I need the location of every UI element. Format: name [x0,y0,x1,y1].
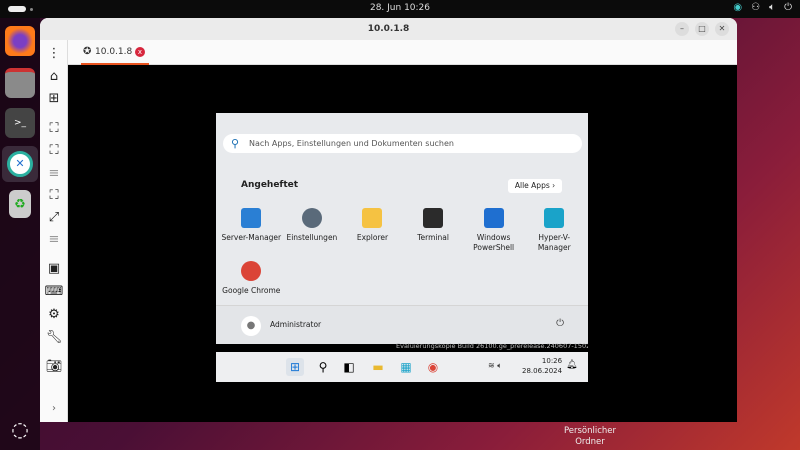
tab-label: 10.0.1.8 [95,47,133,57]
taskbar-clock[interactable]: 10:26 28.06.2024 [522,356,562,376]
window-title-bar[interactable]: 10.0.1.8 – □ ✕ [40,18,737,40]
pinned-apps: Server-Manager Einstellungen Explorer Termi… [221,208,585,296]
dynamic-resolution-icon[interactable]: ⛶ [44,187,64,205]
tab-close-button[interactable]: x [135,47,145,57]
tab-bar: ✪ 10.0.1.8 x [68,40,737,65]
expand-chevron-icon[interactable]: › [44,400,64,418]
app-icon [241,261,262,281]
network-volume-tray[interactable]: ≋ 🔈︎ [488,361,502,371]
user-avatar[interactable]: ● [241,316,261,336]
app-icon [544,208,565,228]
user-bar: ● Administrator ⏻ [216,305,588,344]
tools-icon[interactable]: 🔧︎ [44,329,64,347]
pinned-app[interactable]: Einstellungen [282,208,343,253]
pinned-heading: Angeheftet [241,180,299,190]
pinned-app[interactable]: Google Chrome [221,261,282,296]
rdp-icon: ✪ [83,46,92,57]
top-bar: 28. Jun 10:26 ◉ ⚇ 🔈︎ ⏻ [0,0,800,18]
dock: >_ ✕ ♻ ◌ [0,18,40,450]
app-label: Terminal [417,233,449,242]
all-apps-button[interactable]: Alle Apps › [508,179,562,193]
chrome-icon[interactable]: ◉ [424,358,442,376]
remote-desktop-view[interactable]: ⚲ Nach Apps, Einstellungen und Dokumente… [68,65,737,422]
minimize-button[interactable]: – [675,22,689,36]
menu-icon[interactable]: ⋮ [44,45,64,63]
remote-toolbar: ⋮ ⌂ ⊞ ⛶ ⛶ ≡ ⛶ ⤢ ≡ ▣ ⌨ ⚙ 🔧︎ 📷︎ › [40,40,68,422]
new-connection-icon[interactable]: ⊞ [44,90,64,108]
app-icon [483,208,504,228]
search-icon[interactable]: ⚲ [314,358,332,376]
user-name[interactable]: Administrator [270,320,321,329]
app-icon [362,208,383,228]
notification-icon[interactable]: 🔔︎ [566,360,577,370]
volume-icon[interactable]: 🔈︎ [769,2,775,13]
app-label: Explorer [356,233,389,242]
fit-window-icon[interactable]: ⛶ [44,120,64,138]
remmina-window: 10.0.1.8 – □ ✕ ⋮ ⌂ ⊞ ⛶ ⛶ ≡ ⛶ ⤢ ≡ ▣ ⌨ ⚙ 🔧… [40,18,737,422]
pinned-app[interactable]: Terminal [403,208,464,253]
task-view-icon[interactable]: ◧ [340,358,358,376]
separator-icon: ≡ [48,166,60,181]
start-search-input[interactable]: ⚲ Nach Apps, Einstellungen und Dokumente… [223,134,582,153]
explorer-icon[interactable]: ▬ [369,358,387,376]
tab-connection[interactable]: ✪ 10.0.1.8 x [81,40,149,65]
start-menu: ⚲ Nach Apps, Einstellungen und Dokumente… [216,113,588,344]
windows-taskbar: ⊞ ⚲ ◧ ▬ ▦ ◉ ≋ 🔈︎ 10:26 28.06.2024 🔔︎ [216,352,588,382]
app-label: Einstellungen [286,233,338,242]
clock[interactable]: 28. Jun 10:26 [0,3,800,13]
terminal-icon[interactable]: >_ [5,108,35,138]
power-icon[interactable]: ⏻ [556,318,564,329]
power-icon[interactable]: ⏻ [784,2,792,13]
switch-tab-icon[interactable]: ▣ [44,260,64,278]
app-label: Server-Manager [221,233,282,242]
keyboard-icon[interactable]: ⌨ [44,283,64,301]
maximize-button[interactable]: □ [695,22,709,36]
app-icon [241,208,262,228]
trash-icon[interactable]: ♻ [9,190,31,218]
remmina-icon[interactable]: ✕ [2,146,38,182]
app-label: Windows PowerShell [473,233,515,252]
app-icon [301,208,322,228]
evaluation-watermark: Evaluierungskopie Build 26100.ge_prerele… [396,342,588,350]
home-icon[interactable]: ⌂ [44,68,64,86]
network-icon[interactable]: ⚇ [751,2,760,13]
start-button[interactable]: ⊞ [286,358,304,376]
app-label: Hyper-V-Manager [537,233,571,252]
fullscreen-icon[interactable]: ⛶ [44,142,64,160]
search-placeholder: Nach Apps, Einstellungen und Dokumenten … [249,139,454,148]
firefox-icon[interactable] [5,26,35,56]
pinned-app[interactable]: Server-Manager [221,208,282,253]
screenshot-icon[interactable]: 📷︎ [44,358,64,376]
window-title: 10.0.1.8 [367,24,410,34]
taskbar-time: 10:26 [541,357,563,365]
pinned-app[interactable]: Explorer [342,208,403,253]
app-label: Google Chrome [222,286,281,295]
taskbar-date: 28.06.2024 [522,367,563,375]
close-button[interactable]: ✕ [715,22,729,36]
hyper-v-icon[interactable]: ▦ [397,358,415,376]
app-icon [423,208,444,228]
search-icon: ⚲ [231,137,240,150]
pinned-app[interactable]: Windows PowerShell [463,208,524,253]
preferences-icon[interactable]: ⚙ [44,306,64,324]
home-folder-desktop-icon[interactable]: Persönlicher Ordner [560,426,620,448]
show-apps-icon[interactable]: ◌ [5,414,35,444]
files-icon[interactable] [5,68,35,98]
scale-icon[interactable]: ⤢ [44,209,64,227]
pinned-app[interactable]: Hyper-V-Manager [524,208,585,253]
remmina-tray-icon[interactable]: ◉ [733,2,742,13]
separator-icon: ≡ [48,232,60,247]
system-tray[interactable]: ◉ ⚇ 🔈︎ ⏻ [733,2,792,13]
